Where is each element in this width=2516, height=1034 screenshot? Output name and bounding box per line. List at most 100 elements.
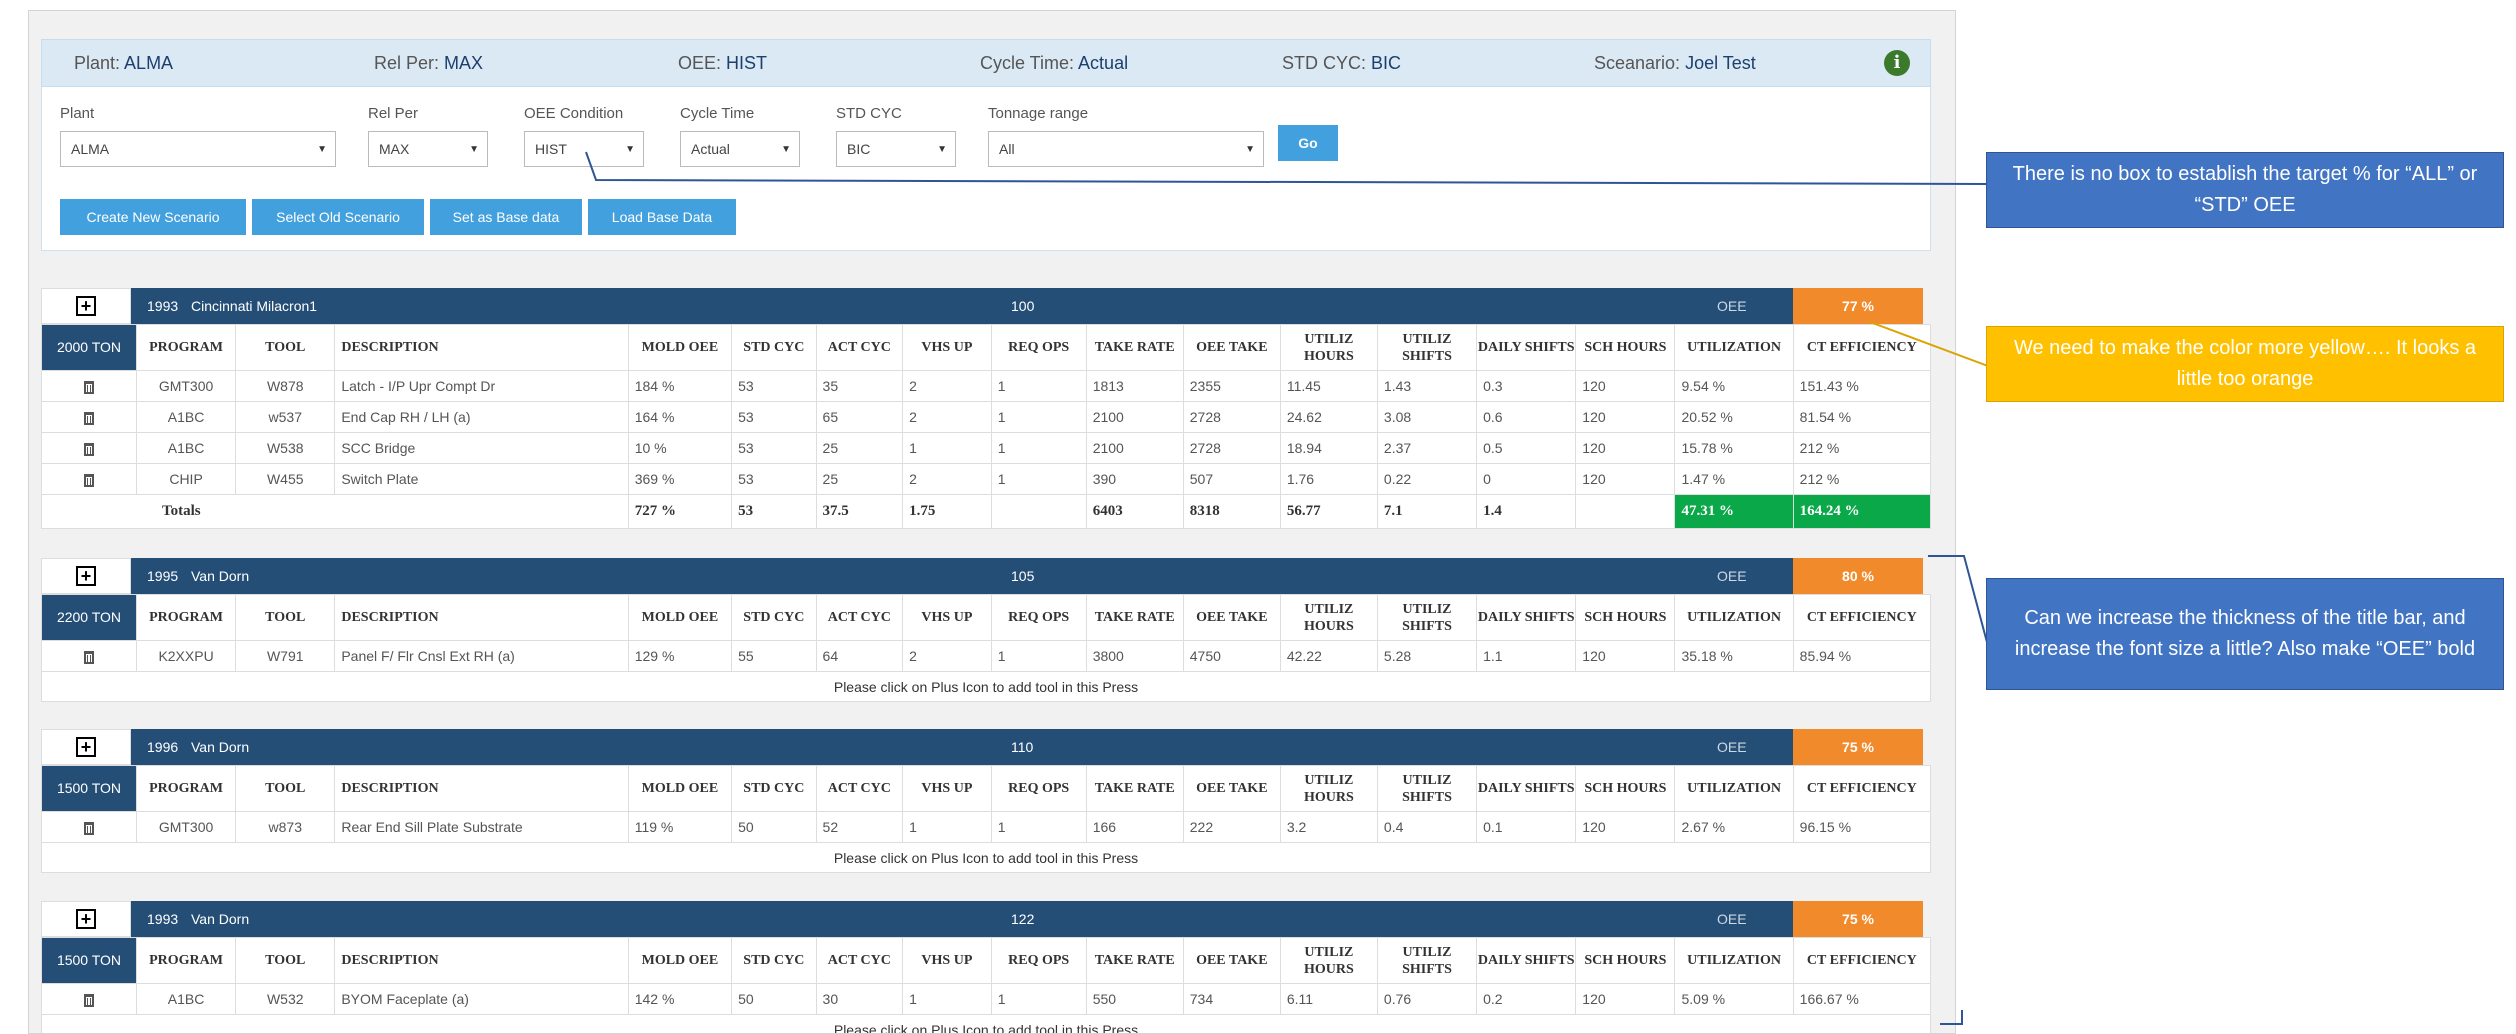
cycle-time-select[interactable]: Actual ▼ [680,131,800,167]
cell-description: Latch - I/P Upr Compt Dr [334,370,629,402]
totals-sch-hours [1575,494,1676,529]
column-header-daily-shifts: DAILY SHIFTS [1476,594,1577,641]
press-number: 122 [1011,911,1035,927]
summary-scenario: Sceanario: Joel Test [1594,53,1756,74]
tonnage-range-select[interactable]: All ▼ [988,131,1264,167]
cell-mold-oee: 369 % [627,463,733,495]
scenario-summary-bar: Plant: ALMA Rel Per: MAX OEE: HIST Cycle… [41,39,1931,87]
app-frame: Plant: ALMA Rel Per: MAX OEE: HIST Cycle… [28,10,1956,1034]
plant-filter-label: Plant [60,105,95,122]
cell-mold-oee: 164 % [627,401,733,433]
add-tool-cell[interactable]: + [41,901,131,937]
tonnage-range-select-value: All [999,141,1015,157]
trash-icon[interactable] [83,650,94,664]
table-row: CHIP W455 Switch Plate 369 % 53 25 2 1 390 507 1.7… [41,463,1932,495]
plus-icon[interactable]: + [76,737,96,757]
add-tool-cell[interactable]: + [41,288,131,324]
column-header-ct-efficiency: CT EFFICIENCY [1792,594,1932,641]
create-new-scenario-button[interactable]: Create New Scenario [60,199,246,235]
cell-utiliz-hours: 18.94 [1279,432,1378,464]
filter-panel: Plant ALMA ▼ Rel Per MAX ▼ OEE Condition H… [41,87,1931,251]
column-header-std-cyc: STD CYC [731,594,817,641]
delete-tool-cell[interactable] [41,983,137,1015]
column-header-description: DESCRIPTION [334,937,629,984]
delete-tool-cell[interactable] [41,370,137,402]
table-row: GMT300 w873 Rear End Sill Plate Substrate 1… [41,811,1932,843]
column-header-act-cyc: ACT CYC [815,324,904,371]
column-header-req-ops: REQ OPS [990,937,1087,984]
table-row: K2XXPU W791 Panel F/ Flr Cnsl Ext RH (a) 12… [41,640,1932,672]
trash-icon[interactable] [83,821,94,835]
totals-label: Totals [41,494,629,529]
trash-icon[interactable] [83,380,94,394]
trash-icon[interactable] [83,411,94,425]
column-header-utiliz-shifts: UTILIZ SHIFTS [1376,594,1478,641]
table-row: A1BC W538 SCC Bridge 10 % 53 25 1 1 2100 2728 18.9… [41,432,1932,464]
cell-req-ops: 1 [990,640,1087,672]
set-as-base-data-button[interactable]: Set as Base data [430,199,582,235]
plus-icon[interactable]: + [76,566,96,586]
std-cyc-filter-label: STD CYC [836,105,902,122]
cell-sch-hours: 120 [1575,401,1676,433]
cycle-time-select-value: Actual [691,141,730,157]
column-header-ct-efficiency: CT EFFICIENCY [1792,324,1932,371]
column-header-tool: TOOL [235,937,336,984]
oee-condition-select[interactable]: HIST ▼ [524,131,644,167]
delete-tool-cell[interactable] [41,432,137,464]
std-cyc-select[interactable]: BIC ▼ [836,131,956,167]
column-header-sch-hours: SCH HOURS [1575,324,1676,371]
info-circle-icon[interactable]: i [1884,50,1910,76]
column-header-sch-hours: SCH HOURS [1575,594,1676,641]
cell-take-rate: 550 [1085,983,1184,1015]
summary-plant: Plant: ALMA [74,53,173,74]
table-header-row: 1500 TON PROGRAM TOOL DESCRIPTION MOLD OEE ST… [41,937,1932,984]
plus-icon[interactable]: + [76,909,96,929]
delete-tool-cell[interactable] [41,640,137,672]
trash-icon[interactable] [83,473,94,487]
plus-icon[interactable]: + [76,296,96,316]
press-number: 105 [1011,568,1035,584]
select-old-scenario-button[interactable]: Select Old Scenario [252,199,424,235]
cell-tool: w873 [235,811,336,843]
cell-utiliz-shifts: 2.37 [1376,432,1478,464]
cell-utiliz-shifts: 3.08 [1376,401,1478,433]
column-header-tool: TOOL [235,765,336,812]
trash-icon[interactable] [83,993,94,1007]
press-tonnage: 1500 TON [41,937,137,984]
column-header-utilization: UTILIZATION [1674,937,1794,984]
delete-tool-cell[interactable] [41,401,137,433]
cell-utilization: 5.09 % [1674,983,1794,1015]
add-tool-cell[interactable]: + [41,729,131,765]
totals-std-cyc: 53 [731,494,817,529]
column-header-ct-efficiency: CT EFFICIENCY [1792,937,1932,984]
trash-icon[interactable] [83,442,94,456]
cell-tool: W532 [235,983,336,1015]
press-id: 1996 [147,739,179,755]
cell-utilization: 9.54 % [1674,370,1794,402]
cell-program: K2XXPU [135,640,237,672]
delete-tool-cell[interactable] [41,463,137,495]
cell-oee-take: 507 [1182,463,1281,495]
table-header-row: 2000 TON PROGRAM TOOL DESCRIPTION MOLD OEE ST… [41,324,1932,371]
column-header-vhs-up: VHS UP [902,937,992,984]
totals-oee-take: 8318 [1182,494,1281,529]
cell-tool: w537 [235,401,336,433]
cell-mold-oee: 184 % [627,370,733,402]
app-content: Plant: ALMA Rel Per: MAX OEE: HIST Cycle… [41,39,1932,1033]
column-header-oee-take: OEE TAKE [1182,937,1281,984]
cell-description: Panel F/ Flr Cnsl Ext RH (a) [334,640,629,672]
relper-select[interactable]: MAX ▼ [368,131,488,167]
cell-oee-take: 2355 [1182,370,1281,402]
add-tool-cell[interactable]: + [41,558,131,594]
tonnage-range-filter-label: Tonnage range [988,105,1089,122]
go-button[interactable]: Go [1278,125,1338,161]
load-base-data-button[interactable]: Load Base Data [588,199,736,235]
press-title-row: +1995 Van Dorn 105 OEE 80 % [41,558,1931,594]
plant-select[interactable]: ALMA ▼ [60,131,336,167]
table-header-row: 2200 TON PROGRAM TOOL DESCRIPTION MOLD OEE ST… [41,594,1932,641]
cell-vhs-up: 2 [902,370,992,402]
cell-ct-efficiency: 212 % [1792,463,1932,495]
cell-ct-efficiency: 166.67 % [1792,983,1932,1015]
delete-tool-cell[interactable] [41,811,137,843]
chevron-down-icon: ▼ [937,144,947,155]
